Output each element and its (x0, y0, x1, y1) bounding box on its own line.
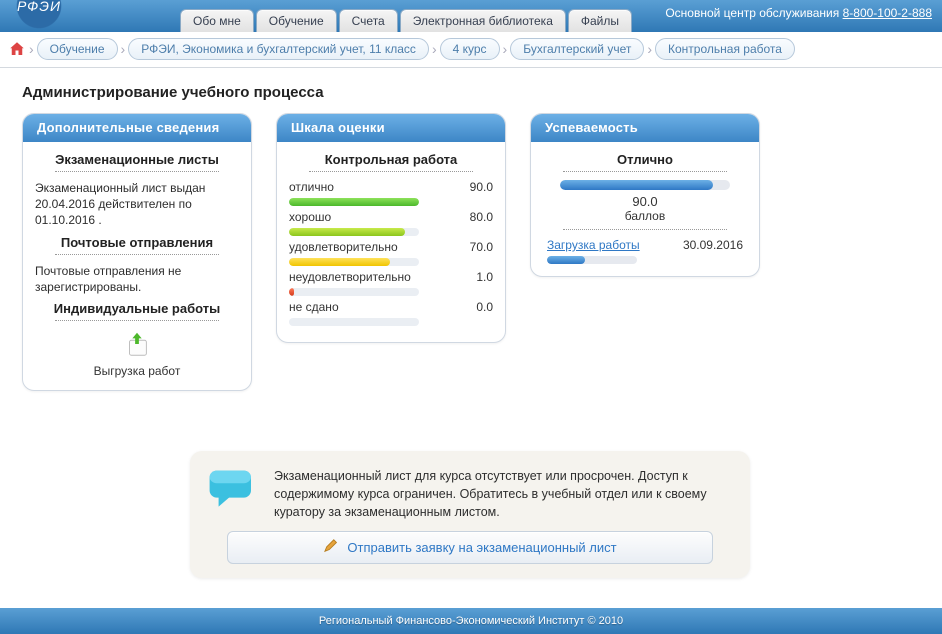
chevron-right-icon: › (502, 41, 509, 57)
performance-score: 90.0 (543, 194, 747, 209)
tab-accounts[interactable]: Счета (339, 9, 398, 32)
scale-row: неудовлетворительно 1.0 (289, 270, 493, 284)
divider (55, 320, 218, 321)
load-date: 30.09.2016 (683, 238, 743, 252)
load-row: Загрузка работы 30.09.2016 (543, 238, 747, 264)
load-progress-bar (547, 256, 637, 264)
notice-box: Экзаменационный лист для курса отсутству… (190, 451, 750, 578)
breadcrumb-item-work[interactable]: Контрольная работа (655, 38, 795, 60)
scale-bar (289, 198, 419, 206)
breadcrumb-item-course[interactable]: РФЭИ, Экономика и бухгалтерский учет, 11… (128, 38, 429, 60)
tab-files[interactable]: Файлы (568, 9, 632, 32)
breadcrumb: › Обучение › РФЭИ, Экономика и бухгалтер… (0, 38, 942, 60)
scale-value: 80.0 (467, 210, 493, 224)
panel-performance-title: Успеваемость (531, 114, 759, 142)
upload-icon (122, 329, 152, 359)
scale-value: 70.0 (467, 240, 493, 254)
section-exam-sheets-title: Экзаменационные листы (35, 152, 239, 167)
performance-grade: Отлично (543, 152, 747, 167)
service-center: Основной центр обслуживания 8-800-100-2-… (665, 6, 932, 20)
load-work-link[interactable]: Загрузка работы (547, 238, 640, 252)
scale-bar (289, 258, 419, 266)
service-label: Основной центр обслуживания (665, 6, 839, 20)
tab-education[interactable]: Обучение (256, 9, 337, 32)
scale-row: не сдано 0.0 (289, 300, 493, 314)
pencil-icon (323, 538, 341, 557)
scale-label: не сдано (289, 300, 419, 314)
panel-performance: Успеваемость Отлично 90.0 баллов Загрузк… (530, 113, 760, 277)
divider (563, 171, 726, 172)
scale-label: отлично (289, 180, 419, 194)
scale-label: хорошо (289, 210, 419, 224)
upload-works-label: Выгрузка работ (35, 364, 239, 378)
panel-additional-body: Экзаменационные листы Экзаменационный ли… (23, 142, 251, 390)
chevron-right-icon: › (120, 41, 127, 57)
panel-scale: Шкала оценки Контрольная работа отлично 9… (276, 113, 506, 343)
breadcrumb-item-subject[interactable]: Бухгалтерский учет (510, 38, 644, 60)
scale-bar (289, 288, 419, 296)
divider (563, 229, 726, 230)
load-progress-fill (547, 256, 585, 264)
chevron-right-icon: › (646, 41, 653, 57)
top-nav: РФЭИ Обо мне Обучение Счета Электронная … (0, 0, 942, 32)
panel-additional-info: Дополнительные сведения Экзаменационные … (22, 113, 252, 391)
post-info: Почтовые отправления не зарегистрированы… (35, 263, 239, 295)
tab-library[interactable]: Электронная библиотека (400, 9, 566, 32)
scale-label: неудовлетворительно (289, 270, 419, 284)
divider (55, 254, 218, 255)
scale-bar (289, 318, 419, 326)
divider (309, 171, 472, 172)
panel-scale-body: Контрольная работа отлично 90.0 хорошо 80.0… (277, 142, 505, 342)
notice-area: Экзаменационный лист для курса отсутству… (190, 451, 750, 578)
exam-sheet-info: Экзаменационный лист выдан 20.04.2016 де… (35, 180, 239, 229)
chevron-right-icon: › (28, 41, 35, 57)
section-individual-title: Индивидуальные работы (35, 301, 239, 316)
chevron-right-icon: › (431, 41, 438, 57)
scale-row: хорошо 80.0 (289, 210, 493, 224)
home-icon[interactable] (8, 40, 26, 58)
nav-tabs: Обо мне Обучение Счета Электронная библи… (180, 9, 632, 32)
scale-bar (289, 228, 419, 236)
scale-fill (289, 258, 390, 266)
breadcrumb-item-year[interactable]: 4 курс (440, 38, 500, 60)
upload-works-block[interactable]: Выгрузка работ (35, 329, 239, 378)
scale-value: 90.0 (467, 180, 493, 194)
panels-row: Дополнительные сведения Экзаменационные … (0, 113, 942, 411)
notice-text: Экзаменационный лист для курса отсутству… (274, 467, 734, 521)
panel-scale-title: Шкала оценки (277, 114, 505, 142)
breadcrumb-bar: › Обучение › РФЭИ, Экономика и бухгалтер… (0, 32, 942, 68)
scale-row: отлично 90.0 (289, 180, 493, 194)
page-title: Администрирование учебного процесса (22, 84, 942, 101)
scale-fill (289, 198, 419, 206)
send-request-button[interactable]: Отправить заявку на экзаменационный лист (227, 531, 713, 564)
service-phone-link[interactable]: 8-800-100-2-888 (843, 6, 932, 20)
breadcrumb-item-education[interactable]: Обучение (37, 38, 118, 60)
scale-value: 0.0 (467, 300, 493, 314)
scale-subtitle: Контрольная работа (289, 152, 493, 167)
send-request-label: Отправить заявку на экзаменационный лист (347, 540, 616, 555)
performance-unit: баллов (543, 209, 747, 223)
scale-row: удовлетворительно 70.0 (289, 240, 493, 254)
scale-fill (289, 288, 294, 296)
divider (55, 171, 218, 172)
performance-bar-fill (560, 180, 713, 190)
scale-fill (289, 228, 405, 236)
performance-bar (560, 180, 730, 190)
scale-label: удовлетворительно (289, 240, 419, 254)
tab-about[interactable]: Обо мне (180, 9, 254, 32)
footer: Региональный Финансово-Экономический Инс… (0, 608, 942, 634)
panel-performance-body: Отлично 90.0 баллов Загрузка работы 30.0… (531, 142, 759, 276)
panel-additional-title: Дополнительные сведения (23, 114, 251, 142)
section-post-title: Почтовые отправления (35, 235, 239, 250)
speech-bubble-icon (206, 467, 260, 509)
scale-value: 1.0 (467, 270, 493, 284)
logo: РФЭИ (4, 0, 74, 32)
